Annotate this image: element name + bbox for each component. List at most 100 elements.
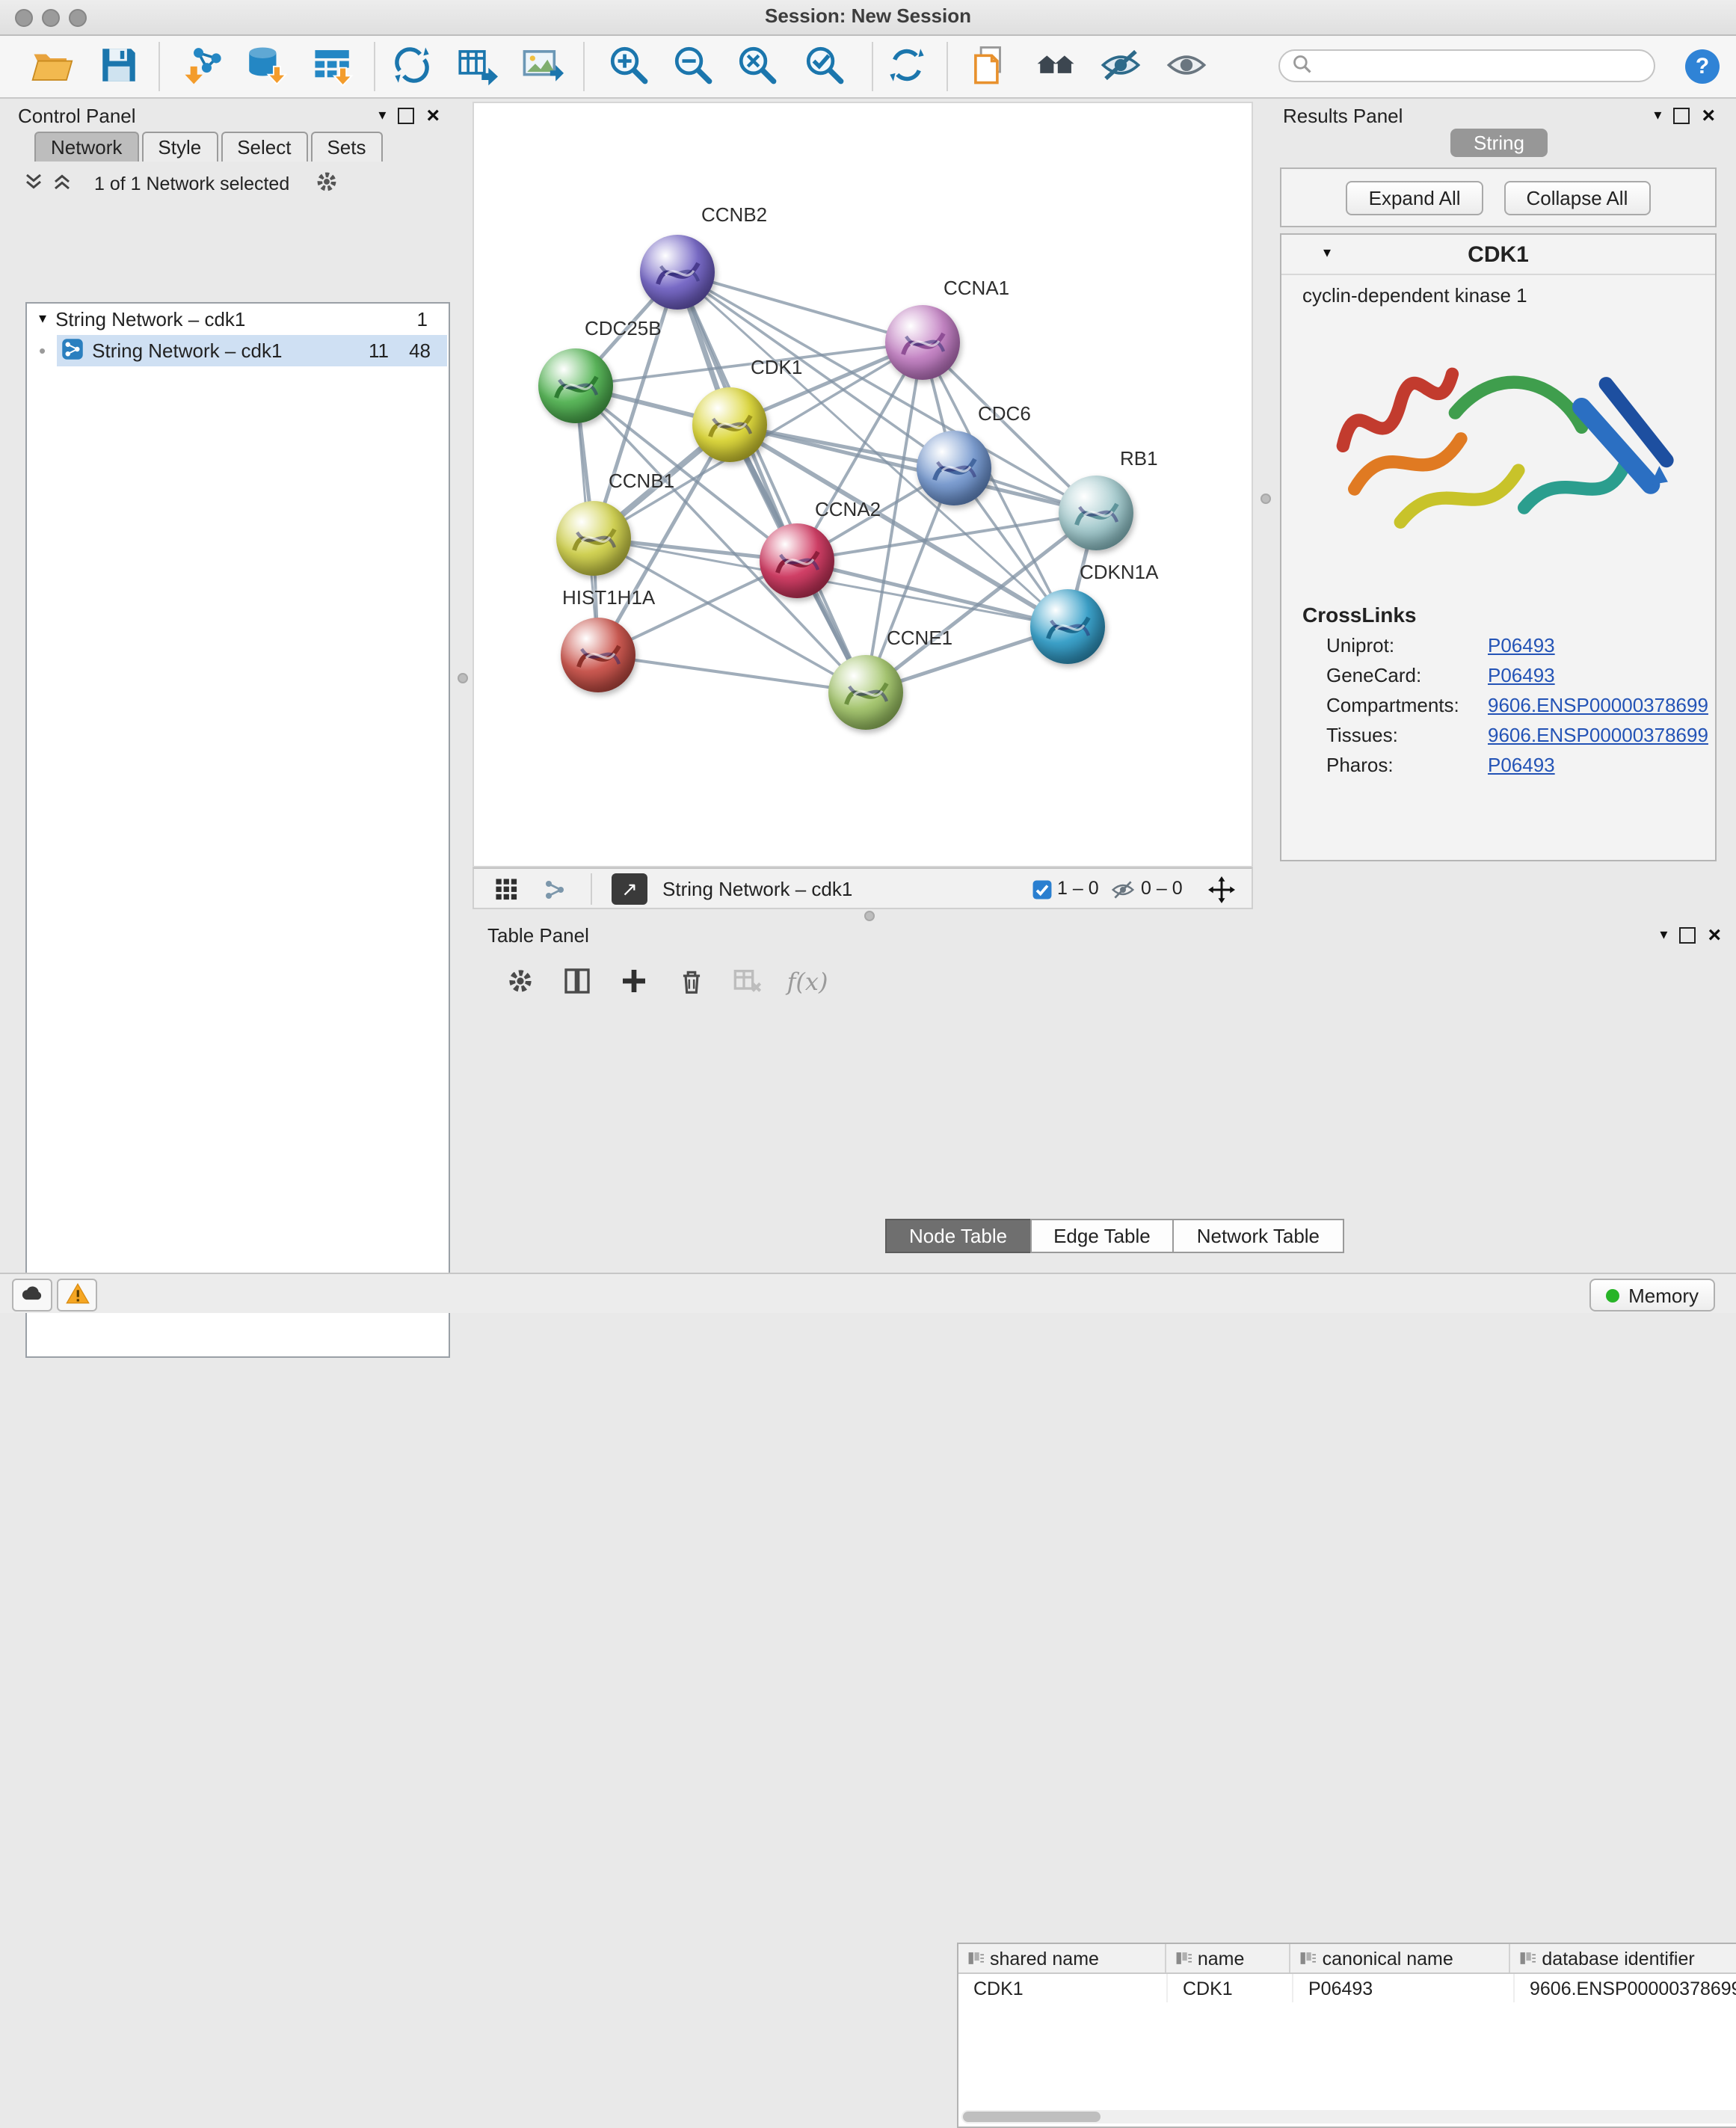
vertical-splitter-handle[interactable]: [1261, 493, 1271, 504]
protein-description: cyclin-dependent kinase 1: [1281, 275, 1715, 307]
share-network-icon[interactable]: [540, 875, 570, 905]
crosslink-compartments[interactable]: 9606.ENSP00000378699: [1488, 694, 1708, 716]
disclosure-triangle-icon[interactable]: ▾: [39, 312, 46, 327]
home-neighbors-button[interactable]: [1030, 42, 1081, 91]
control-panel: Control Panel ▾ × Network Style Select S…: [7, 102, 452, 1264]
expand-all-button[interactable]: Expand All: [1346, 180, 1483, 215]
network-node-CDKN1A[interactable]: [1030, 589, 1105, 664]
toolbar-separator: [374, 42, 375, 91]
image-export-icon: [520, 43, 563, 90]
crosslink-tissues[interactable]: 9606.ENSP00000378699: [1488, 724, 1708, 746]
open-session-button[interactable]: [25, 42, 76, 91]
network-node-CDC25B[interactable]: [538, 348, 613, 423]
network-node-CCNB1[interactable]: [556, 501, 631, 576]
import-network-from-file-button[interactable]: [176, 42, 227, 91]
collapse-section-icon[interactable]: ▾: [1323, 247, 1331, 262]
tab-network-table[interactable]: Network Table: [1173, 1219, 1343, 1253]
external-arrow-icon: ↗: [621, 877, 638, 901]
zoom-selected-button[interactable]: [798, 42, 849, 91]
toolbar-separator: [158, 42, 160, 91]
expand-all-icon[interactable]: [51, 170, 73, 197]
tab-sets[interactable]: Sets: [310, 132, 382, 162]
save-session-button[interactable]: [93, 42, 144, 91]
node-table[interactable]: shared name name canonical name database…: [957, 1943, 1736, 2128]
column-header[interactable]: database identifier: [1510, 1944, 1736, 1972]
vertical-splitter-handle[interactable]: [458, 673, 468, 683]
float-panel-icon[interactable]: ▾: [1654, 108, 1661, 123]
zoom-out-button[interactable]: [667, 42, 718, 91]
warnings-button[interactable]: [57, 1279, 97, 1311]
cloud-status-button[interactable]: [12, 1279, 52, 1311]
hide-selected-button[interactable]: [1095, 42, 1145, 91]
table-row[interactable]: CDK1 CDK1 P06493 9606.ENSP00000378699 cy…: [958, 1974, 1736, 2002]
network-node-CDK1[interactable]: [692, 387, 767, 462]
eye-slash-icon: [1098, 43, 1142, 90]
export-image-button[interactable]: [516, 42, 567, 91]
network-row[interactable]: • String Network – cdk1 11 48: [27, 335, 449, 366]
column-header[interactable]: name: [1166, 1944, 1291, 1972]
function-builder-button[interactable]: f(x): [787, 960, 828, 1002]
maximize-panel-icon[interactable]: [1673, 108, 1690, 124]
tab-edge-table[interactable]: Edge Table: [1029, 1219, 1175, 1253]
current-network-title: String Network – cdk1: [662, 878, 852, 900]
network-node-RB1[interactable]: [1059, 476, 1133, 550]
selected-checkbox-icon[interactable]: [1027, 875, 1057, 905]
import-table-from-file-button[interactable]: [307, 42, 357, 91]
document-copy-icon: [967, 43, 1010, 90]
column-header[interactable]: shared name: [958, 1944, 1166, 1972]
select-columns-icon[interactable]: [556, 960, 598, 1002]
network-node-count: 11: [369, 339, 389, 362]
table-gear-icon[interactable]: [499, 960, 541, 1002]
close-panel-icon[interactable]: ×: [1702, 105, 1715, 127]
network-node-CCNB2[interactable]: [640, 235, 715, 310]
zoom-fit-button[interactable]: [731, 42, 782, 91]
crosslink-genecard[interactable]: P06493: [1488, 664, 1555, 686]
gear-icon[interactable]: [313, 169, 339, 199]
scrollbar-thumb[interactable]: [963, 2112, 1101, 2122]
show-all-button[interactable]: [1160, 42, 1211, 91]
tab-node-table[interactable]: Node Table: [885, 1219, 1031, 1253]
collapse-all-button[interactable]: Collapse All: [1504, 180, 1651, 215]
search-input[interactable]: [1278, 49, 1655, 82]
horizontal-scrollbar[interactable]: [961, 2110, 1736, 2124]
horizontal-splitter-handle[interactable]: [864, 911, 875, 921]
network-node-CDC6[interactable]: [917, 431, 991, 505]
question-icon: ?: [1696, 54, 1709, 79]
network-collection-row[interactable]: ▾ String Network – cdk1 1: [27, 304, 449, 335]
results-panel-title: Results Panel: [1283, 105, 1403, 127]
add-row-icon[interactable]: [613, 960, 655, 1002]
pan-crosshair-icon[interactable]: [1207, 875, 1237, 905]
tab-style[interactable]: Style: [141, 132, 218, 162]
close-panel-icon[interactable]: ×: [1708, 924, 1721, 947]
results-tab-string[interactable]: String: [1271, 132, 1727, 154]
clone-network-button[interactable]: [450, 42, 501, 91]
delete-row-icon[interactable]: [670, 960, 712, 1002]
new-network-from-selection-button[interactable]: [386, 42, 437, 91]
network-node-HIST1H1A[interactable]: [561, 618, 635, 692]
network-node-CCNA1[interactable]: [885, 305, 960, 380]
apply-layout-button[interactable]: [881, 42, 932, 91]
close-panel-icon[interactable]: ×: [426, 105, 440, 127]
zoom-in-button[interactable]: [603, 42, 653, 91]
crosslink-uniprot[interactable]: P06493: [1488, 634, 1555, 656]
column-header[interactable]: canonical name: [1291, 1944, 1511, 1972]
tab-network[interactable]: Network: [34, 132, 138, 162]
network-view[interactable]: CCNB2CCNA1CDC25BCDK1CDC6RB1CCNB1CCNA2CDK…: [473, 102, 1253, 867]
float-panel-icon[interactable]: ▾: [378, 108, 386, 123]
import-network-from-database-button[interactable]: [239, 42, 290, 91]
strip-separator: [591, 873, 592, 905]
network-node-CCNE1[interactable]: [828, 655, 903, 730]
crosslink-pharos[interactable]: P06493: [1488, 754, 1555, 776]
network-node-CCNA2[interactable]: [760, 523, 834, 598]
maximize-panel-icon[interactable]: [1679, 927, 1696, 944]
command-document-button[interactable]: [963, 42, 1014, 91]
maximize-panel-icon[interactable]: [398, 108, 414, 124]
memory-button[interactable]: Memory: [1589, 1279, 1715, 1311]
float-panel-icon[interactable]: ▾: [1660, 928, 1667, 943]
open-in-window-button[interactable]: ↗: [612, 873, 647, 905]
help-button[interactable]: ?: [1685, 49, 1720, 84]
grid-view-icon[interactable]: [492, 875, 522, 905]
collapse-all-icon[interactable]: [22, 170, 45, 197]
hidden-eye-slash-icon[interactable]: [1108, 875, 1138, 905]
tab-select[interactable]: Select: [221, 132, 307, 162]
